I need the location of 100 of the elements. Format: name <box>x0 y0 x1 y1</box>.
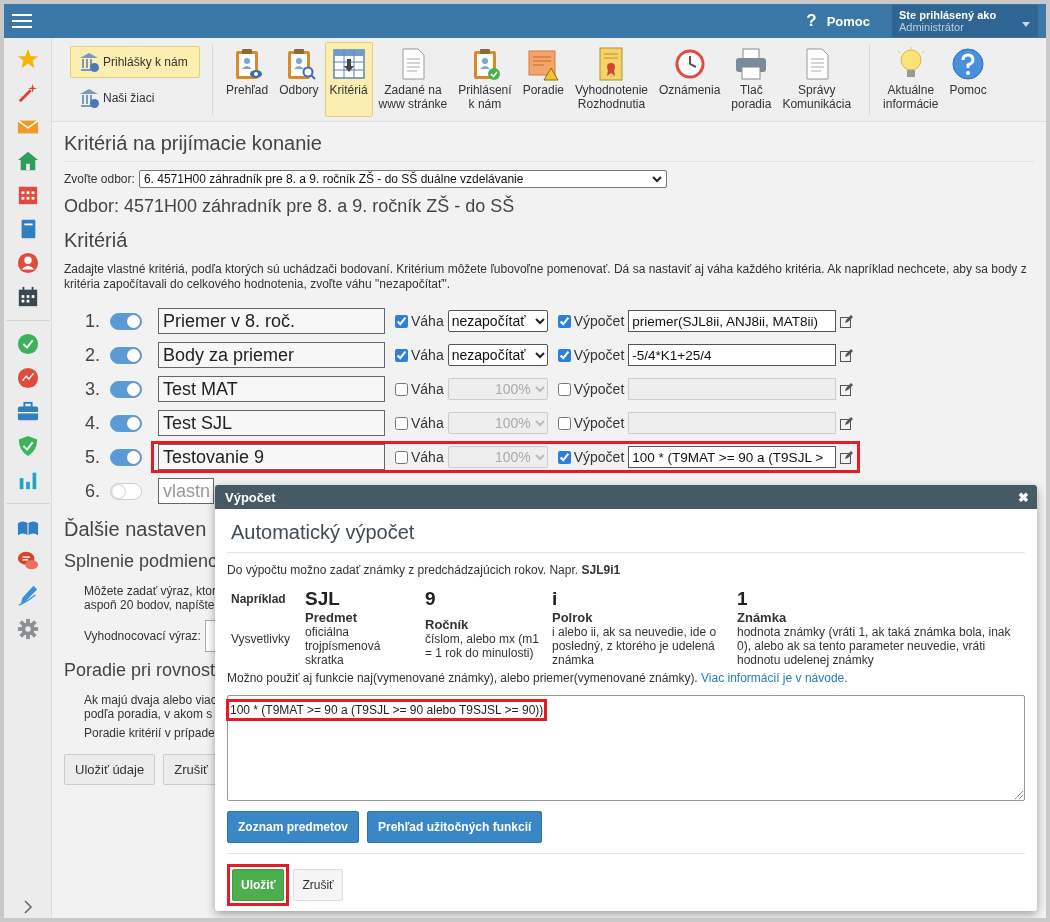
weight-select[interactable]: nezapočítať <box>447 310 548 332</box>
toolbar-button[interactable]: Poradie <box>517 42 569 117</box>
name-field[interactable]: Body za priemer <box>158 342 385 368</box>
dropdown-icon <box>651 175 662 183</box>
row-number: 2. <box>84 344 101 366</box>
weight-checkbox[interactable] <box>395 348 408 362</box>
toolbar-button[interactable]: Vyhodnotenie Rozhodnutia <box>570 42 653 117</box>
calc-field[interactable]: -5/4*K1+25/4 <box>628 344 837 366</box>
help-mark[interactable]: ? <box>806 11 817 31</box>
toolbar-button[interactable]: Kritériá <box>324 42 373 117</box>
calc-label: Výpočet <box>573 415 625 431</box>
expand-icon <box>22 900 33 914</box>
weight-label: Váha <box>411 381 444 397</box>
calc-field[interactable]: priemer(SJL8ii, ANJ8ii, MAT8ii) <box>628 310 837 332</box>
toggle-switch[interactable] <box>110 346 142 364</box>
check-icon <box>16 333 39 355</box>
table-icon <box>331 47 366 81</box>
branch-select[interactable]: 6. 4571H00 záhradník pre 8. a 9. ročník ZŠ - do SŠ duálne vzdelávanie <box>138 170 667 188</box>
user-menu[interactable]: Ste prihlásený ako Administrátor <box>892 5 1038 37</box>
edit-icon <box>840 450 854 464</box>
edit-icon <box>840 382 854 396</box>
calc-label: Výpočet <box>573 449 625 465</box>
weight-checkbox[interactable] <box>395 314 408 328</box>
tool-button[interactable]: Prehľad užitočných funkcií <box>367 811 543 843</box>
dropdown-icon <box>534 385 545 393</box>
expression-field[interactable] <box>204 620 217 652</box>
description-text: Poradie kritérií v prípade <box>84 726 215 740</box>
expression-textarea[interactable]: 100 * (T9MAT >= 90 a (T9SJL >= 90 alebo T9SJSL >= 90)) <box>227 695 1025 801</box>
calc-label: Výpočet <box>573 381 625 397</box>
weight-label: Váha <box>411 347 444 363</box>
calc-field[interactable] <box>628 412 837 434</box>
toolbar-button[interactable]: Oznámenia <box>653 42 726 117</box>
toolbar-button[interactable]: Prihlásení k nám <box>453 42 517 117</box>
help-link[interactable]: Pomoc <box>826 13 870 29</box>
calc-checkbox[interactable] <box>557 348 571 362</box>
section-heading: Kritériá <box>64 229 129 252</box>
branch-heading: Odbor: 4571H00 záhradník pre 8. a 9. ročník ZŠ - do SŠ <box>64 196 516 217</box>
toolbar-button[interactable]: Zadané na www stránke <box>373 42 453 117</box>
toolbar-button[interactable]: Prihlášky k nám <box>70 45 200 78</box>
row-number: 1. <box>84 310 101 332</box>
help-link[interactable]: Viac informácií je v návode. <box>701 671 848 685</box>
name-field[interactable]: Test SJL <box>158 410 385 436</box>
toolbar-button[interactable]: Aktuálne informácie <box>878 42 944 117</box>
calc-checkbox[interactable] <box>557 450 571 464</box>
toggle-switch[interactable] <box>110 312 142 330</box>
name-field[interactable]: Testovanie 9 <box>158 444 385 470</box>
calc-checkbox[interactable] <box>557 382 571 396</box>
section-heading: Ďalšie nastaven <box>64 518 207 541</box>
weight-select[interactable]: nezapočítať <box>447 344 548 366</box>
dropdown-icon <box>534 317 545 325</box>
bank-icon <box>79 51 99 72</box>
star-icon <box>16 48 39 70</box>
calc-checkbox[interactable] <box>557 416 571 430</box>
toggle-switch[interactable] <box>110 482 142 500</box>
dialog-note: Možno použiť aj funkcie naj(vymenované známky), alebo priemer(vymenované známky). <box>227 671 698 685</box>
calc-checkbox[interactable] <box>557 314 571 328</box>
toolbar-button[interactable]: Prehľad <box>221 42 274 117</box>
magic-wand-icon <box>16 82 39 104</box>
page-title: Kritériá na prijímacie konanie <box>64 132 1034 162</box>
edit-icon <box>840 348 854 362</box>
form-button[interactable]: Uložiť údaje <box>64 754 156 785</box>
settings-icon <box>16 618 39 640</box>
toolbar-button[interactable]: Naši žiaci <box>70 81 200 114</box>
weight-label: Váha <box>411 415 444 431</box>
edit-icon <box>840 416 854 430</box>
dialog-intro: Do výpočtu možno zadať známky z predchádzajúcich rokov. Napr. SJL9i1 <box>227 563 622 577</box>
pen-icon <box>16 584 39 606</box>
cancel-button[interactable]: Zrušiť <box>293 869 343 901</box>
toolbar-button[interactable]: Správy Komunikácia <box>777 42 857 117</box>
table-cell-text: Predmet oficiálna trojpísmenová skratka <box>304 611 382 667</box>
calc-field[interactable]: 100 * (T9MAT >= 90 a (T9SJL > <box>628 446 837 468</box>
edit-icon <box>840 314 854 328</box>
toggle-switch[interactable] <box>110 448 142 466</box>
weight-checkbox[interactable] <box>395 382 408 396</box>
calc-field[interactable] <box>628 378 837 400</box>
calc-label: Výpočet <box>573 313 625 329</box>
chart-circle-icon <box>16 367 39 389</box>
table-cell-text: Polrok i alebo ii, ak sa neuvedie, ide o posledný, z ktorého je udelená známka <box>551 611 718 667</box>
toolbar-button[interactable]: Odbory <box>274 42 324 117</box>
toggle-switch[interactable] <box>110 414 142 432</box>
weight-label: Váha <box>411 313 444 329</box>
weight-checkbox[interactable] <box>395 450 408 464</box>
user-label: Ste prihlásený ako <box>899 9 997 21</box>
example-value: SJL <box>304 587 341 611</box>
toolbar-button[interactable]: Pomoc <box>944 42 992 117</box>
name-field[interactable]: Priemer v 8. roč. <box>158 308 385 334</box>
user-name: Administrátor <box>899 21 964 33</box>
expression-text: 100 * (T9MAT >= 90 a (T9SJL >= 90 alebo T9SJSL >= 90)) <box>226 699 548 721</box>
briefcase-icon <box>16 401 39 423</box>
tool-button[interactable]: Zoznam predmetov <box>227 811 359 843</box>
printer-icon <box>734 47 769 81</box>
toolbar-button[interactable]: Tlač poradia <box>726 42 777 117</box>
close-button[interactable]: ✖ <box>1018 489 1029 505</box>
calc-label: Výpočet <box>573 347 625 363</box>
resize-grip-icon <box>1014 790 1023 799</box>
dialog-heading: Automatický výpočet <box>227 517 1025 553</box>
weight-checkbox[interactable] <box>395 416 408 430</box>
help-icon <box>951 47 986 81</box>
name-field[interactable]: Test MAT <box>158 376 385 402</box>
toggle-switch[interactable] <box>110 380 142 398</box>
